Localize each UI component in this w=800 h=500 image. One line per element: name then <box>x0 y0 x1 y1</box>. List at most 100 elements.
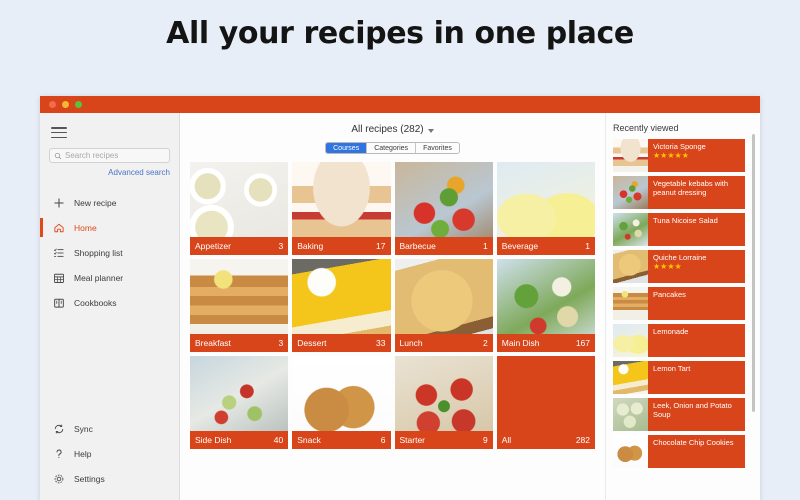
tab-courses[interactable]: Courses <box>326 143 368 153</box>
course-tile-count: 33 <box>376 338 386 348</box>
recipe-name: Pancakes <box>653 290 686 299</box>
recipe-name: Tuna Nicoise Salad <box>653 216 718 225</box>
page-root: All your recipes in one place Search rec… <box>0 0 800 500</box>
course-tile[interactable]: Snack 6 <box>292 356 391 449</box>
recently-viewed-item[interactable]: Lemonade <box>613 324 745 357</box>
course-tile[interactable]: Lunch 2 <box>394 259 493 352</box>
course-tile[interactable]: Starter 9 <box>394 356 493 449</box>
course-tile-count: 1 <box>585 241 590 251</box>
recipe-info: Leek, Onion and Potato Soup <box>648 398 745 431</box>
recently-viewed-title: Recently viewed <box>613 123 679 133</box>
close-window-button[interactable] <box>49 101 56 108</box>
course-tile[interactable]: Side Dish 40 <box>190 356 289 449</box>
sidebar-item-cookbooks[interactable]: Cookbooks <box>40 290 179 315</box>
home-icon <box>52 221 65 234</box>
sidebar-item-new-recipe[interactable]: New recipe <box>40 190 179 215</box>
maximize-window-button[interactable] <box>75 101 82 108</box>
sidebar-item-sync[interactable]: Sync <box>40 416 179 441</box>
sidebar: Advanced search New recipe Home <box>40 113 180 500</box>
recently-viewed-item[interactable]: Leek, Onion and Potato Soup <box>613 398 745 431</box>
recipes-filter-label: All recipes (282) <box>351 124 424 135</box>
course-tile[interactable]: All 282 <box>496 356 595 449</box>
course-tile-caption: Breakfast 3 <box>190 334 289 352</box>
tab-favorites[interactable]: Favorites <box>416 143 459 153</box>
search-input-wrapper[interactable] <box>49 148 170 163</box>
search-input[interactable] <box>65 151 165 160</box>
recently-viewed-item[interactable]: Tuna Nicoise Salad <box>613 213 745 246</box>
course-tile-label: All <box>501 435 512 445</box>
recipe-name: Lemon Tart <box>653 364 691 373</box>
course-tile-label: Lunch <box>399 338 423 348</box>
recipe-name: Lemonade <box>653 327 689 336</box>
tab-categories[interactable]: Categories <box>367 143 417 153</box>
recipe-thumbnail <box>613 361 648 394</box>
recipes-filter-dropdown[interactable]: All recipes (282) <box>190 124 595 135</box>
course-tile-count: 2 <box>483 338 488 348</box>
recently-viewed-item[interactable]: Chocolate Chip Cookies <box>613 435 745 468</box>
recently-viewed-scrollbar[interactable] <box>751 134 755 412</box>
course-tile-caption: Baking 17 <box>292 237 391 255</box>
course-tile[interactable]: Baking 17 <box>292 162 391 255</box>
recipe-name: Leek, Onion and Potato Soup <box>653 401 732 420</box>
sidebar-item-label: Home <box>74 222 97 233</box>
recipe-thumbnail <box>613 213 648 246</box>
course-tile[interactable]: Beverage 1 <box>496 162 595 255</box>
sidebar-item-home[interactable]: Home <box>40 215 179 240</box>
course-tile-caption: Barbecue 1 <box>394 237 493 255</box>
recipe-name: Chocolate Chip Cookies <box>653 438 734 447</box>
window-titlebar <box>40 96 760 113</box>
sidebar-item-label: Shopping list <box>74 247 123 258</box>
recipe-thumbnail <box>613 176 648 209</box>
course-tile[interactable]: Barbecue 1 <box>394 162 493 255</box>
sidebar-item-label: Meal planner <box>74 272 124 283</box>
recipe-thumbnail <box>613 324 648 357</box>
recipe-info: Lemonade <box>648 324 745 357</box>
course-tile-label: Starter <box>399 435 426 445</box>
recently-viewed-item[interactable]: Pancakes <box>613 287 745 320</box>
book-icon <box>52 296 65 309</box>
course-tile-caption: Dessert 33 <box>292 334 391 352</box>
course-tile-label: Baking <box>297 241 324 251</box>
course-tile[interactable]: Appetizer 3 <box>190 162 289 255</box>
gear-icon <box>52 472 65 485</box>
course-tile-label: Dessert <box>297 338 327 348</box>
course-tile-label: Barbecue <box>399 241 436 251</box>
course-tile-caption: Beverage 1 <box>496 237 595 255</box>
app-window: Advanced search New recipe Home <box>40 96 760 500</box>
sidebar-item-shopping-list[interactable]: Shopping list <box>40 240 179 265</box>
recipe-info: Lemon Tart <box>648 361 745 394</box>
recipe-thumbnail <box>613 435 648 468</box>
course-tile-caption: Starter 9 <box>394 431 493 449</box>
course-tile[interactable]: Main Dish 167 <box>496 259 595 352</box>
sidebar-item-meal-planner[interactable]: Meal planner <box>40 265 179 290</box>
recipe-info: Pancakes <box>648 287 745 320</box>
sidebar-item-label: New recipe <box>74 197 117 208</box>
recipe-thumbnail <box>613 250 648 283</box>
course-tile[interactable]: Dessert 33 <box>292 259 391 352</box>
course-tile-caption: Side Dish 40 <box>190 431 289 449</box>
sidebar-item-help[interactable]: Help <box>40 441 179 466</box>
course-tile-count: 1 <box>483 241 488 251</box>
recently-viewed-item[interactable]: Vegetable kebabs with peanut dressing <box>613 176 745 209</box>
recently-viewed-item[interactable]: Lemon Tart <box>613 361 745 394</box>
minimize-window-button[interactable] <box>62 101 69 108</box>
recipe-thumbnail <box>613 287 648 320</box>
course-tile-label: Side Dish <box>195 435 232 445</box>
course-tile-count: 40 <box>273 435 284 445</box>
recently-viewed-panel: Recently viewed Victoria Sponge ★★★★★ Vege… <box>605 113 760 500</box>
course-tile[interactable]: Breakfast 3 <box>190 259 289 352</box>
sidebar-item-settings[interactable]: Settings <box>40 466 179 491</box>
hamburger-icon[interactable] <box>51 127 67 138</box>
recipe-info: Chocolate Chip Cookies <box>648 435 745 468</box>
recipe-info: Victoria Sponge ★★★★★ <box>648 139 745 172</box>
course-tile-count: 6 <box>380 435 386 445</box>
recently-viewed-item[interactable]: Quiche Lorraine ★★★★ <box>613 250 745 283</box>
recently-viewed-item[interactable]: Victoria Sponge ★★★★★ <box>613 139 745 172</box>
recipe-name: Quiche Lorraine <box>653 253 707 262</box>
window-body: Advanced search New recipe Home <box>40 113 760 500</box>
sidebar-nav: New recipe Home Shopping list Meal plann… <box>40 190 179 315</box>
advanced-search-link[interactable]: Advanced search <box>40 168 170 177</box>
list-icon <box>52 246 65 259</box>
course-tile-caption: All 282 <box>496 431 595 449</box>
sidebar-item-label: Sync <box>74 423 93 434</box>
